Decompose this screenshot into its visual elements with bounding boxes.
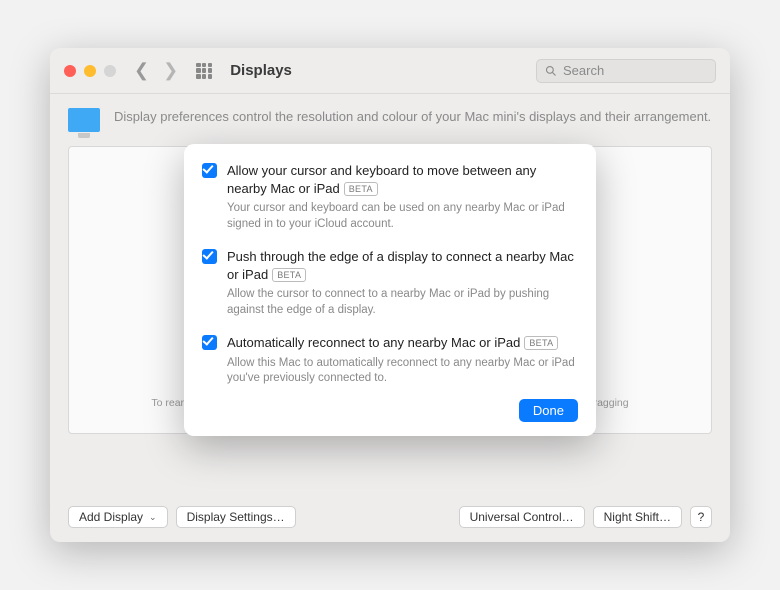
option-title: Automatically reconnect to any nearby Ma…	[227, 334, 578, 352]
checkbox-push-through-edge[interactable]	[202, 249, 217, 264]
option-title: Push through the edge of a display to co…	[227, 248, 578, 283]
done-button[interactable]: Done	[519, 399, 578, 422]
option-push-through-edge: Push through the edge of a display to co…	[202, 248, 578, 318]
beta-badge: BETA	[344, 182, 378, 196]
modal-footer: Done	[202, 399, 578, 422]
option-allow-cursor-keyboard: Allow your cursor and keyboard to move b…	[202, 162, 578, 232]
option-description: Your cursor and keyboard can be used on …	[227, 201, 578, 232]
checkbox-auto-reconnect[interactable]	[202, 335, 217, 350]
beta-badge: BETA	[524, 336, 558, 350]
beta-badge: BETA	[272, 268, 306, 282]
option-description: Allow this Mac to automatically reconnec…	[227, 356, 578, 387]
preferences-window: ❮ ❯ Displays Search Display preferences …	[50, 48, 730, 542]
universal-control-dialog: Allow your cursor and keyboard to move b…	[184, 144, 596, 436]
checkbox-allow-cursor-keyboard[interactable]	[202, 163, 217, 178]
option-description: Allow the cursor to connect to a nearby …	[227, 287, 578, 318]
option-auto-reconnect: Automatically reconnect to any nearby Ma…	[202, 334, 578, 387]
option-title: Allow your cursor and keyboard to move b…	[227, 162, 578, 197]
